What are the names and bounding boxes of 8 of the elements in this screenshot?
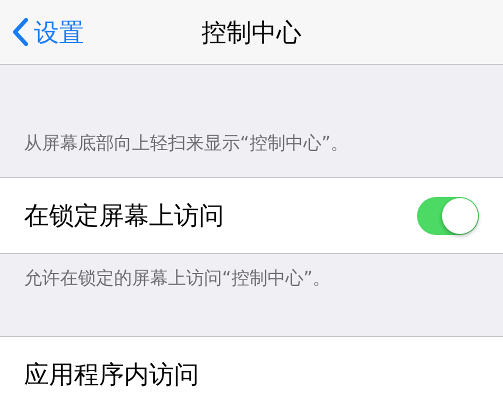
row-label: 在锁定屏幕上访问: [24, 200, 224, 232]
toggle-switch[interactable]: [417, 196, 479, 234]
page-title: 控制中心: [202, 16, 302, 48]
back-chevron-icon: [12, 18, 28, 46]
section-header: 从屏幕底部向上轻扫来显示“控制中心”。: [23, 132, 350, 156]
back-button[interactable]: 设置: [0, 16, 84, 48]
row-label: 应用程序内访问: [24, 359, 199, 391]
section-footer: 允许在锁定的屏幕上访问“控制中心”。: [0, 254, 503, 296]
